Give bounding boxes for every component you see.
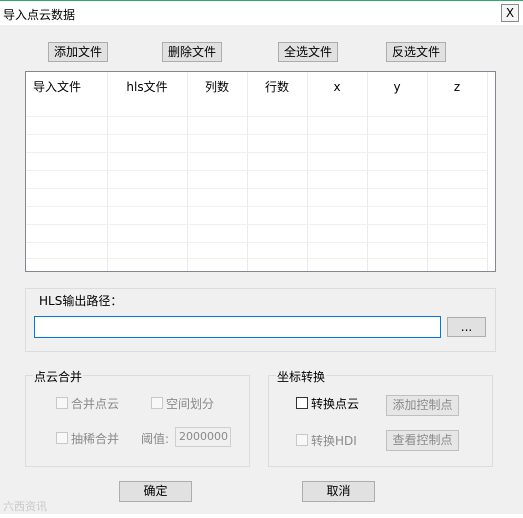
cancel-button[interactable]: 取消 — [302, 481, 375, 502]
title-bar: 导入点云数据 X — [0, 1, 523, 25]
hls-output-path-input[interactable] — [34, 316, 441, 338]
column-header-rows[interactable]: 行数 — [248, 72, 306, 102]
merge-group-title: 点云合并 — [33, 368, 84, 385]
ok-button[interactable]: 确定 — [119, 481, 192, 502]
file-list-table[interactable]: 导入文件 hls文件 列数 行数 x y z — [25, 71, 496, 272]
row-line — [26, 224, 488, 225]
convert-hdi-label: 转换HDI — [311, 434, 357, 448]
row-line — [26, 116, 488, 117]
select-all-files-button[interactable]: 全选文件 — [278, 42, 338, 62]
row-line — [26, 242, 488, 243]
column-header-y[interactable]: y — [368, 72, 426, 102]
row-line — [26, 188, 488, 189]
threshold-label: 阈值: — [141, 432, 170, 446]
coord-transform-group — [268, 375, 493, 467]
view-control-points-button[interactable]: 查看控制点 — [386, 430, 459, 451]
add-control-points-button[interactable]: 添加控制点 — [386, 395, 459, 416]
column-header-x[interactable]: x — [308, 72, 366, 102]
add-files-button[interactable]: 添加文件 — [48, 42, 108, 62]
sparse-merge-checkbox[interactable] — [56, 432, 68, 444]
coord-transform-group-title: 坐标转换 — [276, 368, 327, 385]
spatial-partition-checkbox[interactable] — [151, 397, 163, 409]
close-icon: X — [505, 6, 515, 20]
column-header-columns[interactable]: 列数 — [188, 72, 246, 102]
column-header-import-file[interactable]: 导入文件 — [26, 72, 88, 102]
column-header-z[interactable]: z — [428, 72, 486, 102]
row-line — [26, 134, 488, 135]
watermark-text: 六西资讯 — [3, 500, 47, 513]
merge-group — [25, 375, 250, 467]
merge-points-label: 合并点云 — [71, 397, 120, 411]
sparse-merge-label: 抽稀合并 — [71, 432, 120, 446]
window-title: 导入点云数据 — [3, 8, 76, 22]
browse-button[interactable]: ... — [447, 317, 486, 337]
row-line — [26, 258, 488, 259]
convert-points-label: 转换点云 — [311, 397, 360, 411]
hls-output-path-label: HLS输出路径： — [38, 292, 124, 309]
invert-selection-button[interactable]: 反选文件 — [386, 42, 446, 62]
convert-points-checkbox[interactable] — [296, 397, 308, 409]
merge-points-checkbox[interactable] — [56, 397, 68, 409]
window-bottom-edge — [0, 514, 523, 518]
row-line — [26, 170, 488, 171]
row-line — [26, 152, 488, 153]
table-header: 导入文件 hls文件 列数 行数 x y z — [26, 72, 495, 102]
import-point-cloud-dialog: 导入点云数据 X 添加文件 删除文件 全选文件 反选文件 导入文件 hls文件 … — [0, 0, 523, 518]
convert-hdi-checkbox[interactable] — [296, 434, 308, 446]
close-button[interactable]: X — [501, 4, 519, 22]
column-header-hls-file[interactable]: hls文件 — [108, 72, 186, 102]
delete-files-button[interactable]: 删除文件 — [162, 42, 222, 62]
spatial-partition-label: 空间划分 — [166, 397, 215, 411]
row-line — [26, 206, 488, 207]
threshold-input[interactable]: 2000000 — [175, 427, 231, 447]
